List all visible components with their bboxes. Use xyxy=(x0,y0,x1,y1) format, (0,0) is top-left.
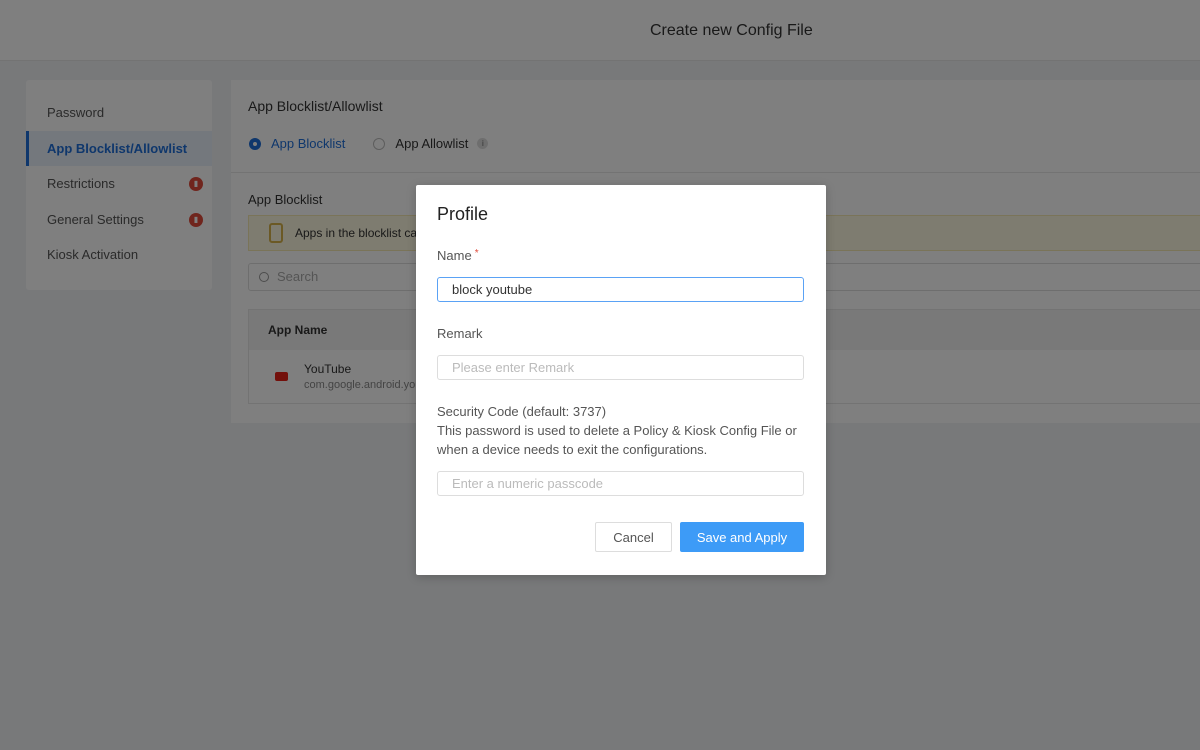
remark-label: Remark xyxy=(437,326,483,341)
remark-field[interactable] xyxy=(437,355,804,380)
save-and-apply-button[interactable]: Save and Apply xyxy=(680,522,804,552)
security-code-description: This password is used to delete a Policy… xyxy=(437,423,797,457)
security-code-label: Security Code (default: 3737) xyxy=(437,404,607,419)
required-mark: * xyxy=(474,248,479,259)
cancel-button[interactable]: Cancel xyxy=(595,522,672,552)
dialog-title: Profile xyxy=(437,204,489,224)
name-label: Name * xyxy=(437,248,479,263)
name-label-text: Name xyxy=(437,248,472,263)
passcode-field[interactable] xyxy=(437,471,804,496)
profile-dialog: Profile Name* Remark Security Code (defa… xyxy=(416,185,826,575)
name-field[interactable] xyxy=(437,277,804,302)
